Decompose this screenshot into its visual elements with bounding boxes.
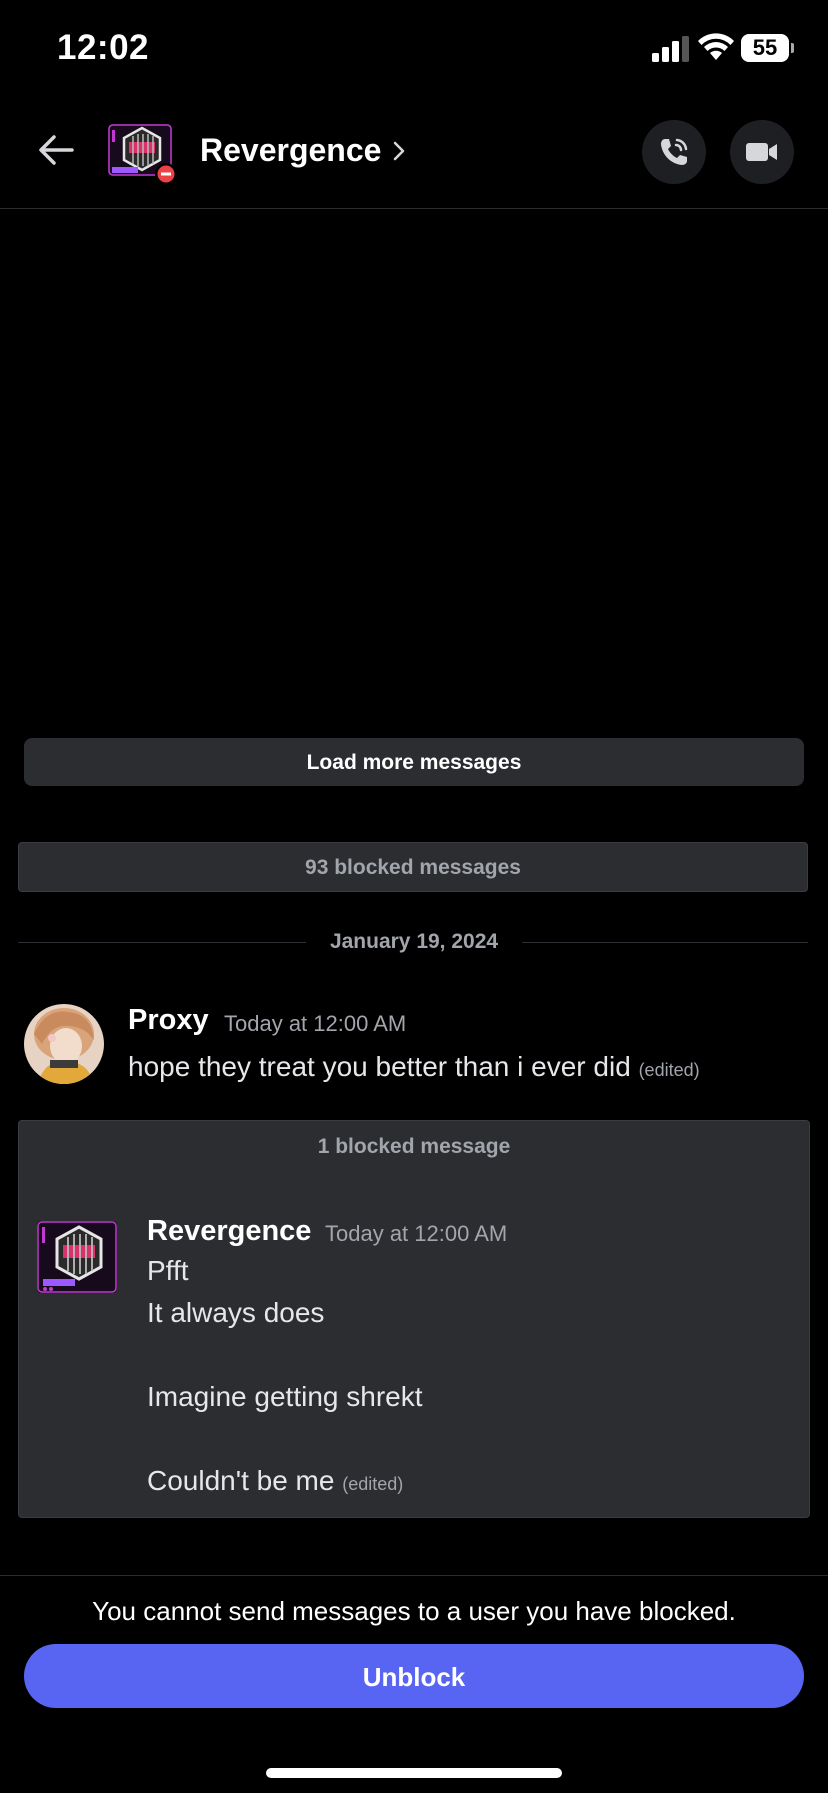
- message-line: It always does: [147, 1297, 325, 1328]
- status-bar: 12:02 55: [0, 0, 828, 100]
- unblock-button[interactable]: Unblock: [24, 1644, 804, 1708]
- message-timestamp: Today at 12:00 AM: [224, 1011, 407, 1036]
- date-divider-label: January 19, 2024: [306, 928, 522, 956]
- blocked-footer: You cannot send messages to a user you h…: [0, 1575, 828, 1793]
- blocked-messages-bar[interactable]: 93 blocked messages: [18, 842, 808, 892]
- back-arrow-icon[interactable]: [34, 128, 78, 172]
- message-content: Couldn't be me (edited): [147, 1465, 403, 1497]
- video-camera-icon: [746, 143, 777, 161]
- proxy-avatar-image: [24, 1004, 104, 1084]
- wifi-icon: [698, 33, 734, 60]
- edited-label: (edited): [638, 1060, 700, 1080]
- message-timestamp: Today at 12:00 AM: [325, 1221, 508, 1246]
- blocked-group-label[interactable]: 1 blocked message: [19, 1135, 809, 1159]
- message-author[interactable]: Proxy: [128, 1004, 209, 1037]
- load-more-button[interactable]: Load more messages: [24, 738, 804, 786]
- edited-label: (edited): [342, 1474, 404, 1494]
- header-username[interactable]: Revergence: [200, 132, 381, 169]
- battery-icon: 55: [741, 34, 794, 62]
- voice-call-button[interactable]: [642, 120, 706, 184]
- message-line: hope they treat you better than i ever d…: [128, 1051, 631, 1082]
- status-time: 12:02: [57, 28, 150, 67]
- message-content: hope they treat you better than i ever d…: [128, 1051, 700, 1083]
- message-line: Pfft: [147, 1255, 189, 1286]
- message-author[interactable]: Revergence: [147, 1215, 311, 1248]
- blocked-message-group[interactable]: 1 blocked message Revergence Today at 12…: [18, 1120, 810, 1518]
- message-line: Couldn't be me: [147, 1465, 335, 1496]
- home-indicator[interactable]: [266, 1768, 562, 1778]
- phone-icon: [661, 138, 688, 165]
- avatar[interactable]: [35, 1217, 119, 1297]
- user-avatar[interactable]: [106, 120, 178, 186]
- video-call-button[interactable]: [730, 120, 794, 184]
- blocked-notice: You cannot send messages to a user you h…: [92, 1596, 736, 1626]
- chevron-right-icon[interactable]: [392, 140, 406, 162]
- avatar[interactable]: [24, 1004, 104, 1084]
- message-line: Imagine getting shrekt: [147, 1381, 423, 1412]
- cellular-signal-icon: [652, 36, 689, 62]
- channel-header: Revergence: [0, 100, 828, 209]
